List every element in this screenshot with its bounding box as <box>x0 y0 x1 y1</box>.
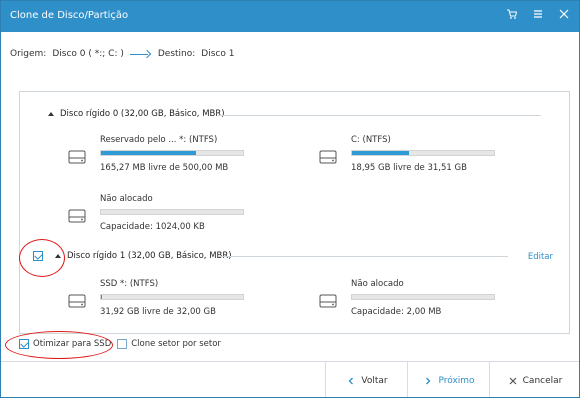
disk-0-header[interactable]: Disco rígido 0 (32,00 GB, Básico, MBR) <box>48 109 225 119</box>
cart-icon[interactable] <box>505 7 519 21</box>
cancel-button[interactable]: Cancelar <box>489 362 579 397</box>
disk-drive-icon <box>68 150 86 164</box>
clone-dialog-window: Clone de Disco/Partição Origem: Disco 0 … <box>0 0 580 398</box>
partition-info: Capacidade: 1024,00 KB <box>100 222 205 232</box>
title-bar-controls <box>505 7 571 21</box>
usage-bar-fill <box>352 151 409 155</box>
disk-drive-icon <box>319 150 337 164</box>
partition-reserved[interactable]: Reservado pelo ... *: (NTFS) 165,27 MB l… <box>67 135 267 175</box>
partition-unallocated-0[interactable]: Não alocado Capacidade: 1024,00 KB <box>67 194 267 234</box>
partition-name: Não alocado <box>351 279 404 289</box>
partition-c[interactable]: C: (NTFS) 18,95 GB livre de 31,51 GB <box>318 135 518 175</box>
disk-drive-icon <box>68 294 86 308</box>
cancel-label: Cancelar <box>522 375 563 386</box>
chevron-left-icon <box>346 376 356 386</box>
partition-info: 18,95 GB livre de 31,51 GB <box>351 163 467 173</box>
partition-info: Capacidade: 2,00 MB <box>351 307 442 317</box>
close-icon <box>508 376 518 386</box>
disk-1-title: Disco rígido 1 (32,00 GB, Básico, MBR) <box>67 251 232 261</box>
usage-bar <box>100 150 244 156</box>
usage-bar <box>100 294 244 300</box>
partition-unallocated-1[interactable]: Não alocado Capacidade: 2,00 MB <box>318 279 518 319</box>
annotation-circle <box>5 331 113 359</box>
disk-0-title: Disco rígido 0 (32,00 GB, Básico, MBR) <box>60 109 225 119</box>
arrow-right-icon <box>129 49 152 59</box>
divider <box>218 115 541 116</box>
footer-bar: Voltar Próximo Cancelar <box>1 361 579 397</box>
sector-clone-checkbox[interactable] <box>117 339 128 349</box>
sector-clone-option[interactable]: Clone setor por setor <box>117 339 221 349</box>
destination-value: Disco 1 <box>201 49 235 59</box>
partition-name: SSD *: (NTFS) <box>100 279 159 289</box>
divider <box>218 256 508 257</box>
disk-layout-panel: Disco rígido 0 (32,00 GB, Básico, MBR) R… <box>19 91 570 334</box>
destination-label: Destino: <box>157 49 196 59</box>
sector-clone-label: Clone setor por setor <box>131 339 221 349</box>
disk-drive-icon <box>68 209 86 223</box>
disk-drive-icon <box>319 294 337 308</box>
chevron-right-icon <box>423 376 433 386</box>
usage-bar <box>351 294 495 300</box>
window-title: Clone de Disco/Partição <box>10 10 129 21</box>
close-icon[interactable] <box>557 7 571 21</box>
partition-info: 165,27 MB livre de 500,00 MB <box>100 163 229 173</box>
usage-bar-fill <box>101 295 103 299</box>
annotation-circle <box>19 239 65 277</box>
usage-bar <box>351 150 495 156</box>
usage-bar-fill <box>101 151 197 155</box>
edit-link[interactable]: Editar <box>528 252 553 262</box>
partition-name: C: (NTFS) <box>351 135 391 145</box>
partition-info: 31,92 GB livre de 32,00 GB <box>100 307 216 317</box>
partition-ssd[interactable]: SSD *: (NTFS) 31,92 GB livre de 32,00 GB <box>67 279 267 319</box>
source-value: Disco 0 ( *:; C: ) <box>52 49 124 59</box>
menu-icon[interactable] <box>531 7 545 21</box>
collapse-triangle-icon[interactable] <box>48 112 54 116</box>
next-label: Próximo <box>438 375 475 386</box>
source-label: Origem: <box>10 49 47 59</box>
back-button[interactable]: Voltar <box>325 362 408 397</box>
partition-name: Não alocado <box>100 194 153 204</box>
partition-name: Reservado pelo ... *: (NTFS) <box>100 135 218 145</box>
title-bar: Clone de Disco/Partição <box>1 1 579 32</box>
usage-bar <box>100 209 244 215</box>
next-button[interactable]: Próximo <box>407 362 490 397</box>
clone-route: Origem: Disco 0 ( *:; C: ) Destino: Disc… <box>10 49 234 59</box>
back-label: Voltar <box>361 375 388 386</box>
